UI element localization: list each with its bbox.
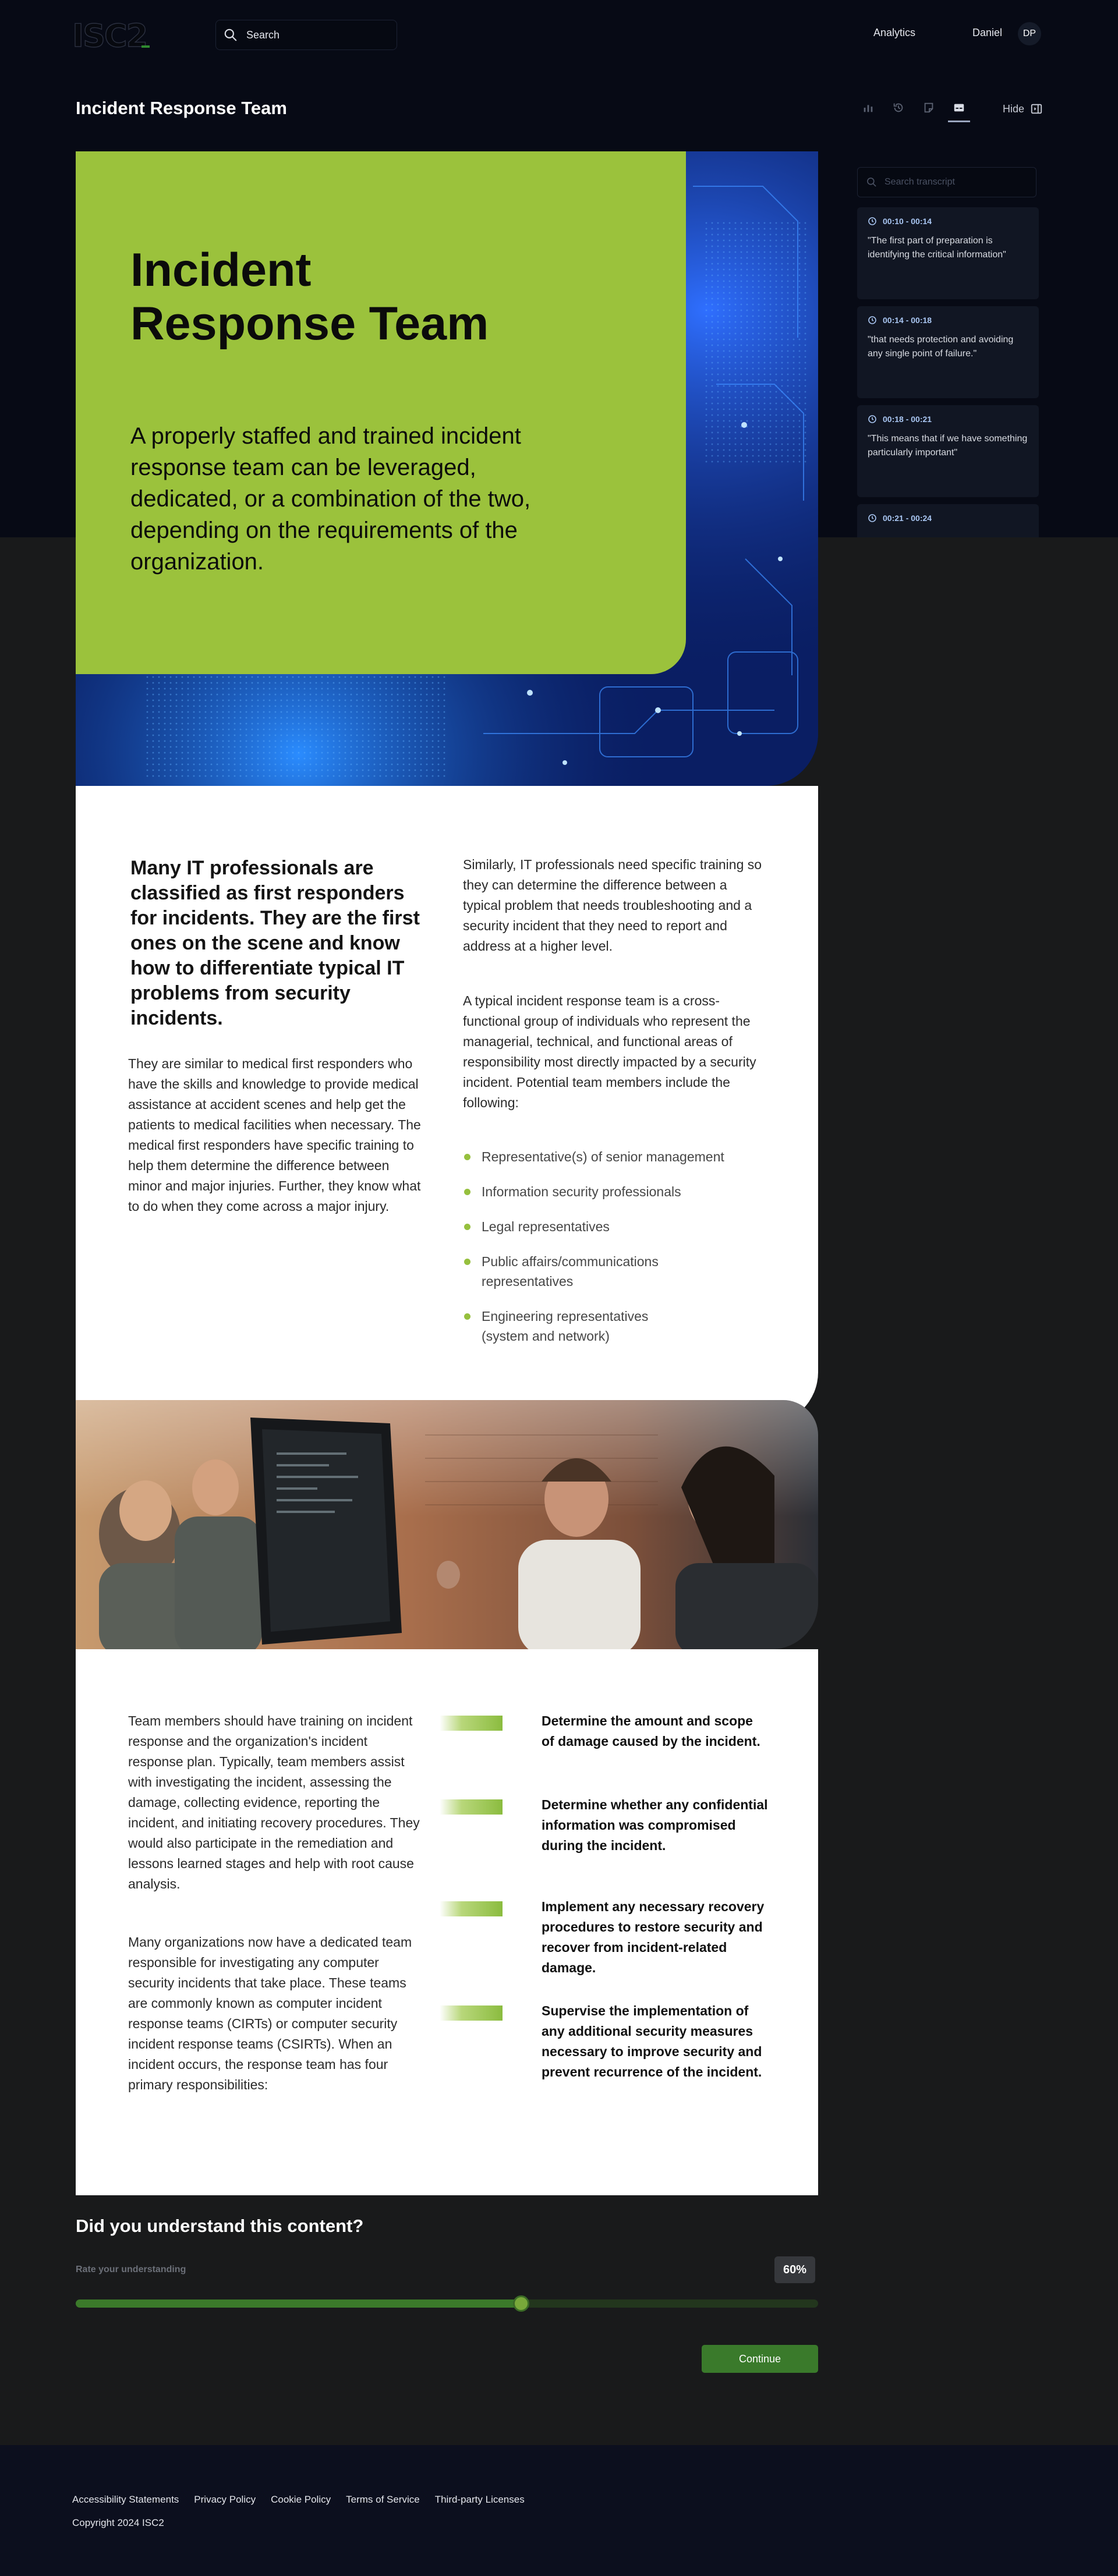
footer-link-cookie[interactable]: Cookie Policy [271,2494,331,2506]
responsibility-item: Supervise the implementation of any addi… [542,2003,762,2079]
team-photo [76,1400,818,1649]
transcript-item[interactable]: 00:14 - 00:18 "that needs protection and… [857,306,1039,398]
search-placeholder: Search [246,29,280,41]
user-name[interactable]: Daniel [972,27,1002,39]
green-bar [440,2005,503,2021]
history-icon[interactable] [891,100,906,115]
understanding-title: Did you understand this content? [76,2216,364,2236]
captions-icon[interactable] [948,100,970,122]
content-section-2: Team members should have training on inc… [76,1649,818,2195]
list-item: Representative(s) of senior management [463,1147,766,1167]
nav-analytics[interactable]: Analytics [873,27,915,39]
transcript-item[interactable]: 00:18 - 00:21 "This means that if we hav… [857,405,1039,497]
slider-fill [76,2299,521,2308]
understanding-label: Rate your understanding [76,2265,186,2274]
clock-icon [868,217,876,225]
responsibility-item: Implement any necessary recovery procedu… [542,1899,765,1975]
notes-icon[interactable] [921,100,936,115]
green-bar [440,1799,503,1815]
search-icon [224,29,237,41]
list-item: Engineering representatives (system and … [463,1306,684,1346]
search-input[interactable]: Search [215,20,397,50]
copyright: Copyright 2024 ISC2 [72,2517,164,2528]
search-icon [867,178,876,187]
transcript-text: "The first part of preparation is identi… [868,236,1006,260]
team-members-list: Representative(s) of senior management I… [463,1147,766,1361]
hero-banner: Incident Response Team A properly staffe… [76,151,818,786]
footer-link-licenses[interactable]: Third-party Licenses [435,2494,525,2506]
body-paragraph: A typical incident response team is a cr… [463,993,756,1110]
content-section-1: Many IT professionals are classified as … [76,786,818,1425]
hide-transcript-button[interactable]: Hide [1003,102,1043,115]
clock-icon [868,316,876,324]
slider-thumb[interactable] [513,2295,529,2312]
hero-subtitle: A properly staffed and trained incident … [130,423,531,575]
body-paragraph: They are similar to medical first respon… [128,1056,421,1214]
transcript-text: "This means that if we have something pa… [868,434,1028,458]
transcript-time: 00:14 - 00:18 [883,316,932,325]
footer: Accessibility Statements Privacy Policy … [0,2445,1118,2576]
view-toolbar [861,100,970,122]
avatar[interactable]: DP [1018,22,1041,45]
footer-link-terms[interactable]: Terms of Service [346,2494,420,2506]
transcript-item[interactable]: 00:10 - 00:14 "The first part of prepara… [857,207,1039,299]
body-paragraph: Many organizations now have a dedicated … [128,1934,412,2092]
green-bar [440,1716,503,1731]
green-bar [440,1901,503,1916]
responsibility-item: Determine whether any confidential infor… [542,1797,768,1853]
transcript-search-input[interactable]: Search transcript [857,167,1036,197]
logo-accent [141,45,150,48]
clock-icon [868,514,876,522]
transcript-text: "that needs protection and avoiding any … [868,335,1014,359]
continue-button[interactable]: Continue [702,2345,818,2373]
transcript-search-placeholder: Search transcript [885,177,955,187]
hide-label: Hide [1003,102,1025,115]
footer-link-accessibility[interactable]: Accessibility Statements [72,2494,179,2506]
hero-title: Incident Response Team [130,244,489,350]
page-title: Incident Response Team [76,98,287,118]
body-paragraph: Similarly, IT professionals need specifi… [463,857,762,954]
responsibility-item: Determine the amount and scope of damage… [542,1713,760,1749]
transcript-time: 00:10 - 00:14 [883,217,932,226]
list-item: Legal representatives [463,1217,766,1236]
panel-icon [1031,104,1042,114]
hero-green-panel [76,151,686,674]
transcript-time: 00:21 - 00:24 [883,513,932,523]
chart-icon[interactable] [861,100,876,115]
list-item: Public affairs/communications representa… [463,1252,684,1291]
lead-paragraph: Many IT professionals are classified as … [130,857,420,1029]
transcript-time: 00:18 - 00:21 [883,414,932,424]
understanding-slider[interactable] [76,2295,818,2312]
transcript-item[interactable]: 00:21 - 00:24 [857,504,1039,537]
understanding-value: 60% [774,2256,815,2283]
footer-link-privacy[interactable]: Privacy Policy [194,2494,256,2506]
clock-icon [868,415,876,423]
isc2-logo[interactable]: ISC2 [72,13,148,59]
footer-links: Accessibility Statements Privacy Policy … [72,2494,525,2506]
body-paragraph: Team members should have training on inc… [128,1713,420,1891]
list-item: Information security professionals [463,1182,766,1202]
